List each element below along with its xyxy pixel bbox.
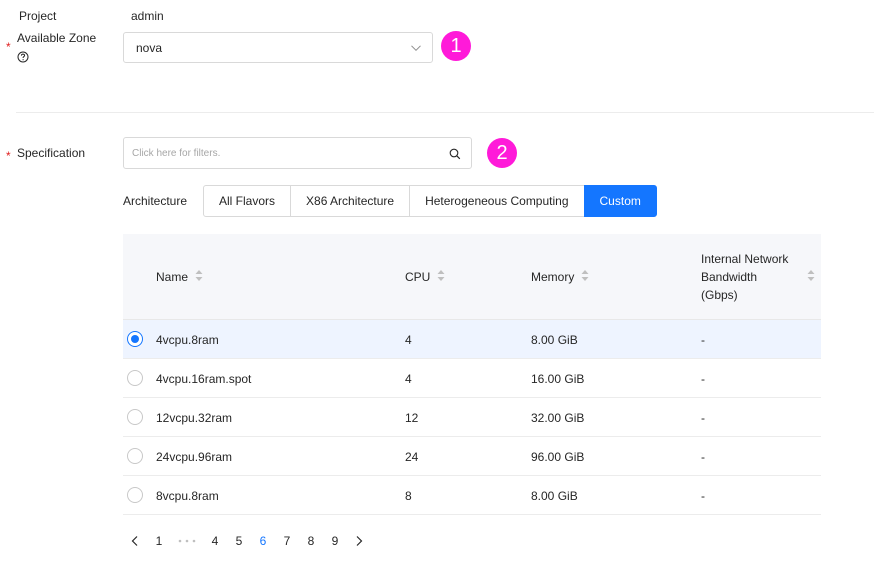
flavor-memory-cell: 8.00 GiB xyxy=(531,489,578,503)
flavor-cpu-cell: 4 xyxy=(405,333,412,347)
sort-caret-icon[interactable] xyxy=(807,269,815,285)
question-circle-icon[interactable] xyxy=(17,51,29,63)
column-header-memory[interactable]: Memory xyxy=(531,269,589,285)
search-icon[interactable] xyxy=(449,148,461,163)
page-5[interactable]: 5 xyxy=(227,534,251,548)
table-row[interactable]: 24vcpu.96ram 24 96.00 GiB - xyxy=(123,437,821,476)
chevron-down-icon xyxy=(410,42,422,57)
tab-heterogeneous-computing[interactable]: Heterogeneous Computing xyxy=(409,185,585,217)
specification-search-input[interactable] xyxy=(132,144,432,162)
page-8[interactable]: 8 xyxy=(299,534,323,548)
architecture-label: Architecture xyxy=(123,194,188,208)
flavor-name-cell: 4vcpu.16ram.spot xyxy=(156,372,252,386)
flavor-memory-cell: 32.00 GiB xyxy=(531,411,585,425)
tab-all-flavors[interactable]: All Flavors xyxy=(203,185,292,217)
specification-required-mark: * xyxy=(6,149,11,163)
available-zone-label: Available Zone xyxy=(17,31,97,45)
specification-search-box[interactable] xyxy=(123,137,472,169)
available-zone-required-mark: * xyxy=(6,40,11,54)
sort-caret-icon[interactable] xyxy=(581,269,589,285)
row-radio[interactable] xyxy=(127,409,143,425)
step-badge-2: 2 xyxy=(487,138,517,168)
column-header-name[interactable]: Name xyxy=(156,269,203,285)
tab-x86-architecture[interactable]: X86 Architecture xyxy=(290,185,411,217)
flavor-bandwidth-cell: - xyxy=(701,411,705,425)
flavor-bandwidth-cell: - xyxy=(701,489,705,503)
chevron-left-icon[interactable] xyxy=(123,535,147,547)
available-zone-select[interactable]: nova xyxy=(123,32,433,63)
row-radio[interactable] xyxy=(127,370,143,386)
flavor-cpu-cell: 24 xyxy=(405,450,419,464)
row-radio[interactable] xyxy=(127,487,143,503)
flavor-cpu-cell: 4 xyxy=(405,372,412,386)
row-radio[interactable] xyxy=(127,448,143,464)
page-9[interactable]: 9 xyxy=(323,534,347,548)
flavor-bandwidth-cell: - xyxy=(701,333,705,347)
project-value: admin xyxy=(131,9,164,23)
flavor-cpu-cell: 8 xyxy=(405,489,412,503)
sort-caret-icon[interactable] xyxy=(195,269,203,285)
step-badge-1: 1 xyxy=(441,31,471,61)
table-header: Name CPU Memory Internal Network Bandwid… xyxy=(123,234,821,320)
table-row[interactable]: 12vcpu.32ram 12 32.00 GiB - xyxy=(123,398,821,437)
flavor-memory-cell: 8.00 GiB xyxy=(531,333,578,347)
flavor-table: Name CPU Memory Internal Network Bandwid… xyxy=(123,234,821,515)
column-header-cpu-label: CPU xyxy=(405,270,431,284)
ellipsis-icon[interactable] xyxy=(171,539,203,543)
column-header-name-label: Name xyxy=(156,270,189,284)
table-row[interactable]: 4vcpu.16ram.spot 4 16.00 GiB - xyxy=(123,359,821,398)
flavor-name-cell: 4vcpu.8ram xyxy=(156,333,219,347)
column-header-bandwidth-label: Internal Network Bandwidth (Gbps) xyxy=(701,252,789,302)
architecture-tabs: All Flavors X86 Architecture Heterogeneo… xyxy=(203,185,657,217)
flavor-bandwidth-cell: - xyxy=(701,372,705,386)
page-1[interactable]: 1 xyxy=(147,534,171,548)
table-row[interactable]: 8vcpu.8ram 8 8.00 GiB - xyxy=(123,476,821,515)
page-4[interactable]: 4 xyxy=(203,534,227,548)
flavor-memory-cell: 96.00 GiB xyxy=(531,450,585,464)
flavor-name-cell: 12vcpu.32ram xyxy=(156,411,233,425)
column-header-memory-label: Memory xyxy=(531,270,575,284)
page-7[interactable]: 7 xyxy=(275,534,299,548)
row-radio-checked[interactable] xyxy=(127,331,143,347)
flavor-name-cell: 8vcpu.8ram xyxy=(156,489,219,503)
sort-caret-icon[interactable] xyxy=(437,269,445,285)
flavor-name-cell: 24vcpu.96ram xyxy=(156,450,233,464)
chevron-right-icon[interactable] xyxy=(347,535,371,547)
table-row[interactable]: 4vcpu.8ram 4 8.00 GiB - xyxy=(123,320,821,359)
flavor-memory-cell: 16.00 GiB xyxy=(531,372,585,386)
available-zone-selected-value: nova xyxy=(136,41,163,55)
flavor-bandwidth-cell: - xyxy=(701,450,705,464)
column-header-cpu[interactable]: CPU xyxy=(405,269,445,285)
specification-label: Specification xyxy=(17,146,86,160)
column-header-bandwidth[interactable]: Internal Network Bandwidth (Gbps) xyxy=(701,250,815,304)
flavor-cpu-cell: 12 xyxy=(405,411,419,425)
tab-custom[interactable]: Custom xyxy=(583,185,657,217)
page-6-current[interactable]: 6 xyxy=(251,534,275,548)
section-divider xyxy=(16,112,874,113)
project-label: Project xyxy=(19,9,57,23)
pagination: 1 4 5 6 7 8 9 xyxy=(123,531,371,551)
